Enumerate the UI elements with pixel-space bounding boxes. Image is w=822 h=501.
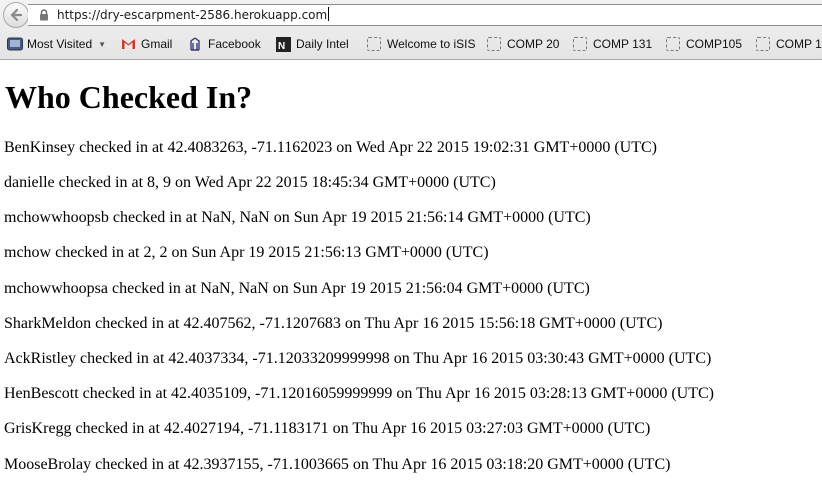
bookmark-gmail[interactable]: Gmail xyxy=(121,35,172,53)
bookmark-label: Welcome to iSIS xyxy=(387,37,476,51)
bookmark-facebook[interactable]: Facebook xyxy=(188,35,261,53)
facebook-icon xyxy=(188,37,202,51)
most-visited-icon xyxy=(7,37,23,51)
bookmark-comp105[interactable]: COMP105 xyxy=(666,35,742,53)
daily-intel-icon: N xyxy=(276,37,291,52)
url-text[interactable]: https://dry-escarpment-2586.herokuapp.co… xyxy=(57,6,330,24)
checkin-entry: danielle checked in at 8, 9 on Wed Apr 2… xyxy=(4,174,496,191)
checkin-entry: HenBescott checked in at 42.4035109, -71… xyxy=(4,385,714,402)
text-caret xyxy=(328,7,330,21)
bookmark-daily-intel[interactable]: N Daily Intel xyxy=(276,35,349,53)
bookmark-most-visited[interactable]: Most Visited ▼ xyxy=(7,35,106,53)
back-arrow-icon xyxy=(10,8,23,22)
folder-icon xyxy=(487,37,501,51)
bookmark-welcome-to-isis[interactable]: Welcome to iSIS xyxy=(367,35,475,53)
checkin-entry: mchow checked in at 2, 2 on Sun Apr 19 2… xyxy=(4,244,489,261)
folder-icon xyxy=(756,37,770,51)
page-content: Who Checked In? BenKinsey checked in at … xyxy=(0,60,822,501)
folder-icon xyxy=(367,37,381,51)
bookmark-label: COMP105 xyxy=(686,37,743,51)
bookmark-label: COMP 20 xyxy=(507,37,560,51)
back-button[interactable] xyxy=(3,2,29,28)
bookmark-label: Most Visited xyxy=(27,37,93,51)
chevron-down-icon: ▼ xyxy=(98,39,107,49)
checkin-entry: GrisKregg checked in at 42.4027194, -71.… xyxy=(4,420,651,437)
bookmark-comp-20[interactable]: COMP 20 xyxy=(487,35,559,53)
checkin-entry: BenKinsey checked in at 42.4083263, -71.… xyxy=(4,139,657,156)
bookmark-label: Daily Intel xyxy=(296,37,349,51)
bookmarks-toolbar: Most Visited ▼ Gmail Facebook N Daily In… xyxy=(0,33,822,55)
checkin-entry: MooseBrolay checked in at 42.3937155, -7… xyxy=(4,456,671,473)
address-bar[interactable]: https://dry-escarpment-2586.herokuapp.co… xyxy=(28,4,822,26)
gmail-icon xyxy=(121,37,135,51)
bookmark-label: COMP 17 xyxy=(776,37,822,51)
bookmark-comp-17[interactable]: COMP 17 xyxy=(756,35,822,53)
bookmark-label: Gmail xyxy=(141,37,173,51)
checkin-entry: mchowwhoopsa checked in at NaN, NaN on S… xyxy=(4,280,590,297)
checkin-entry: mchowwhoopsb checked in at NaN, NaN on S… xyxy=(4,209,591,226)
bookmark-comp-131[interactable]: COMP 131 xyxy=(573,35,652,53)
bookmark-label: Facebook xyxy=(208,37,261,51)
folder-icon xyxy=(573,37,587,51)
checkin-entry: SharkMeldon checked in at 42.407562, -71… xyxy=(4,315,663,332)
folder-icon xyxy=(666,37,680,51)
checkin-entry: AckRistley checked in at 42.4037334, -71… xyxy=(4,350,712,367)
lock-icon xyxy=(40,9,48,21)
page-title: Who Checked In? xyxy=(5,79,253,115)
bookmark-label: COMP 131 xyxy=(593,37,653,51)
browser-chrome: https://dry-escarpment-2586.herokuapp.co… xyxy=(0,0,822,60)
svg-text:N: N xyxy=(278,41,285,52)
